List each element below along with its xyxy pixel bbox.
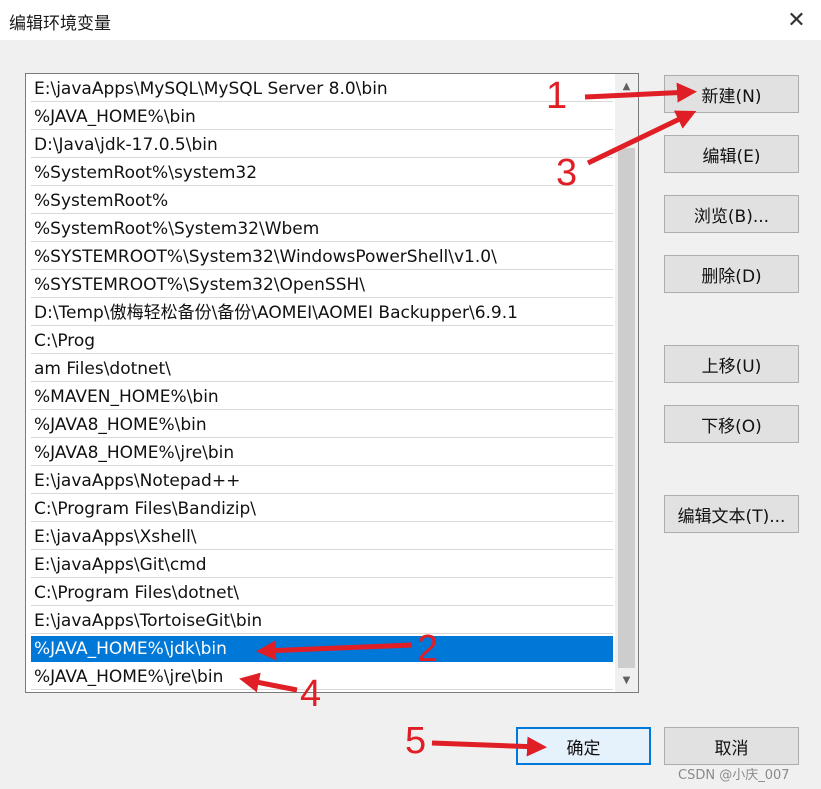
arrow-2 <box>256 640 413 661</box>
annotation-arrows <box>239 82 697 757</box>
arrow-4 <box>239 672 298 693</box>
arrow-1 <box>584 82 697 103</box>
arrow-3 <box>586 110 697 166</box>
annotation-number-5: 5 <box>405 720 427 762</box>
watermark: CSDN @小庆_007 <box>678 768 790 783</box>
annotation-number-4: 4 <box>300 673 322 715</box>
annotation-number-2: 2 <box>417 628 439 670</box>
annotation-number-1: 1 <box>546 75 568 117</box>
arrow-5 <box>431 736 547 757</box>
annotation-number-3: 3 <box>556 152 578 194</box>
